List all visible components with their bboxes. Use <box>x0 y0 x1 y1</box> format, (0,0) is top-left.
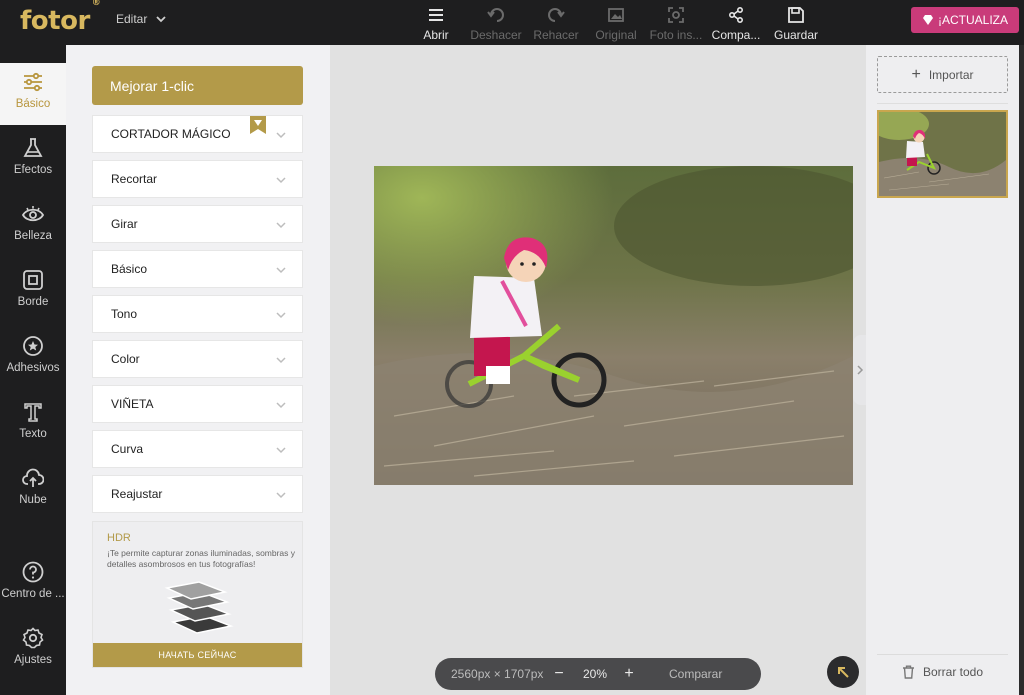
text-t-icon <box>24 403 42 422</box>
chevron-down-icon <box>276 132 286 139</box>
gear-icon <box>22 627 44 649</box>
nav-ajustes[interactable]: Ajustes <box>0 619 66 681</box>
hdr-description: ¡Te permite capturar zonas iluminadas, s… <box>107 548 296 569</box>
photo-info-button[interactable]: Foto ins... <box>646 4 706 42</box>
sticker-star-icon <box>23 336 43 356</box>
diamond-icon <box>922 15 933 25</box>
redo-icon <box>548 8 565 22</box>
hdr-title: HDR <box>107 532 131 544</box>
help-icon <box>22 561 44 583</box>
plus-icon: + <box>911 65 921 83</box>
one-click-enhance-button[interactable]: Mejorar 1-clic <box>92 66 303 105</box>
chevron-down-icon <box>276 492 286 499</box>
photo-thumbnail[interactable] <box>877 110 1008 198</box>
chevron-down-icon <box>276 447 286 454</box>
nav-basico[interactable]: Básico <box>0 63 66 125</box>
chevron-down-icon <box>276 357 286 364</box>
image-icon <box>608 8 624 22</box>
flask-icon <box>23 138 43 157</box>
share-button[interactable]: Compa... <box>706 4 766 42</box>
section-crop[interactable]: Recortar <box>92 160 303 198</box>
chevron-down-icon <box>156 16 166 23</box>
mode-label: Editar <box>116 12 148 26</box>
chevron-down-icon <box>276 177 286 184</box>
original-button[interactable]: Original <box>586 4 646 42</box>
frame-icon <box>23 270 43 290</box>
trash-icon <box>902 665 914 679</box>
nav-nube[interactable]: Nube <box>0 459 66 521</box>
menu-icon <box>429 9 443 21</box>
mode-dropdown[interactable]: Editar <box>116 12 167 26</box>
nav-texto[interactable]: Texto <box>0 393 66 455</box>
import-button[interactable]: + Importar <box>877 56 1008 93</box>
nav-borde[interactable]: Borde <box>0 261 66 323</box>
hdr-promo-card: HDR ¡Te permite capturar zonas iluminada… <box>92 521 303 668</box>
zoom-bar: 2560px × 1707px − 20% + Comparar <box>435 658 761 690</box>
upgrade-button[interactable]: ¡ACTUALIZA <box>911 7 1019 33</box>
section-basic[interactable]: Básico <box>92 250 303 288</box>
chevron-down-icon <box>276 402 286 409</box>
canvas-photo[interactable] <box>374 166 853 485</box>
zoom-out-button[interactable]: − <box>549 664 569 684</box>
thumbnail-image <box>879 112 1006 196</box>
share-icon <box>728 6 744 24</box>
zoom-level: 20% <box>583 667 608 681</box>
chevron-right-icon <box>856 365 863 375</box>
section-curve[interactable]: Curva <box>92 430 303 468</box>
section-color[interactable]: Color <box>92 340 303 378</box>
divider <box>877 103 1008 104</box>
crop-scan-icon <box>668 7 684 23</box>
image-dimensions: 2560px × 1707px <box>451 667 544 681</box>
chevron-down-icon <box>276 312 286 319</box>
chevron-down-icon <box>276 222 286 229</box>
photo-image <box>374 166 853 485</box>
section-tone[interactable]: Tono <box>92 295 303 333</box>
nav-help-center[interactable]: Centro de ... <box>0 553 66 615</box>
save-icon <box>788 7 804 23</box>
hdr-start-button[interactable]: НАЧАТЬ СЕЙЧАС <box>93 643 302 667</box>
save-button[interactable]: Guardar <box>766 4 826 42</box>
section-vignette[interactable]: VIÑETA <box>92 385 303 423</box>
bookmark-icon <box>250 116 266 134</box>
layers-illustration-icon <box>164 581 234 634</box>
tools-panel: Mejorar 1-clic CORTADOR MÁGICO Recortar … <box>66 45 330 695</box>
window-edge <box>1019 45 1024 695</box>
nav-adhesivos[interactable]: Adhesivos <box>0 327 66 389</box>
right-panel: + Importar Borrar todo <box>866 45 1019 695</box>
nav-belleza[interactable]: Belleza <box>0 195 66 257</box>
zoom-in-button[interactable]: + <box>619 664 639 684</box>
undo-icon <box>487 8 504 22</box>
undo-button[interactable]: Deshacer <box>466 4 526 42</box>
sliders-icon <box>24 72 42 92</box>
expand-button[interactable] <box>827 656 859 688</box>
eye-icon <box>22 206 44 222</box>
section-rotate[interactable]: Girar <box>92 205 303 243</box>
top-bar: fotor® Editar Abrir Deshacer Rehacer Ori… <box>0 0 1024 45</box>
nav-efectos[interactable]: Efectos <box>0 129 66 191</box>
cloud-upload-icon <box>22 468 44 487</box>
arrow-up-left-icon <box>838 667 849 678</box>
compare-button[interactable]: Comparar <box>669 667 722 681</box>
fotor-logo[interactable]: fotor® <box>20 0 101 36</box>
collapse-right-panel-handle[interactable] <box>853 335 866 405</box>
chevron-down-icon <box>276 267 286 274</box>
redo-button[interactable]: Rehacer <box>526 4 586 42</box>
clear-all-button[interactable]: Borrar todo <box>877 654 1008 688</box>
open-button[interactable]: Abrir <box>406 4 466 42</box>
left-nav: Básico Efectos Belleza Borde Adhesivos T… <box>0 45 66 695</box>
section-magic-cutter[interactable]: CORTADOR MÁGICO <box>92 115 303 153</box>
section-resize[interactable]: Reajustar <box>92 475 303 513</box>
